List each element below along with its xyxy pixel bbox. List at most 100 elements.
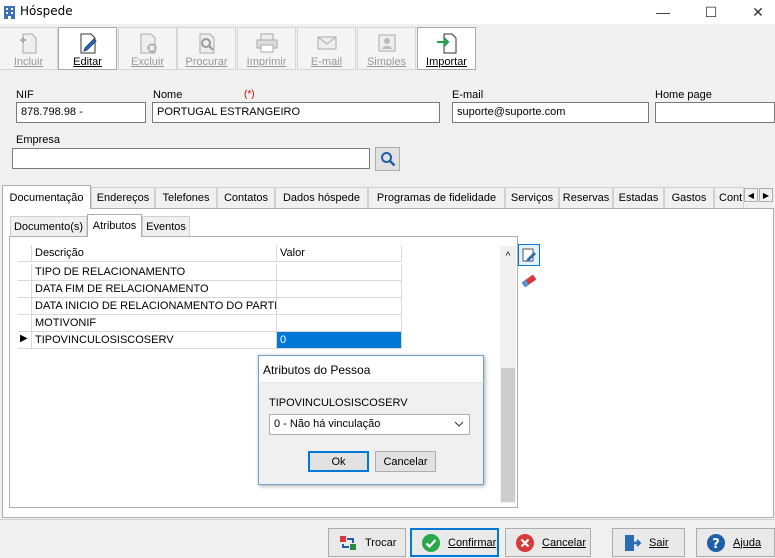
empresa-field[interactable]: [12, 148, 370, 169]
tab-servicos[interactable]: Serviços: [505, 187, 559, 208]
nif-field[interactable]: 878.798.98 -: [16, 102, 146, 123]
confirmar-label: Confirmar: [448, 536, 497, 549]
scrollbar-thumb[interactable]: [501, 368, 515, 502]
envelope-icon: [317, 36, 336, 50]
homepage-label: Home page: [655, 89, 712, 101]
help-icon: ?: [705, 532, 727, 554]
bottom-divider: [0, 519, 775, 520]
tab-scroll-left[interactable]: ◀: [744, 188, 758, 202]
tab-enderecos[interactable]: Endereços: [91, 187, 155, 208]
row-indicator[interactable]: [18, 315, 32, 332]
email-label: E-mail: [310, 56, 343, 68]
cancel-icon: [514, 532, 536, 554]
subtab-atributos[interactable]: Atributos: [87, 214, 142, 237]
tab-cont[interactable]: Cont: [714, 187, 744, 208]
dialog-field-label: TIPOVINCULOSISCOSERV: [269, 397, 408, 409]
edit-attribute-button[interactable]: [518, 244, 540, 266]
excluir-label: Excluir: [130, 56, 164, 68]
dialog-title: Atributos do Pessoa: [263, 363, 371, 377]
tab-programas-fidelidade[interactable]: Programas de fidelidade: [368, 187, 505, 208]
subtab-documentos[interactable]: Documento(s): [10, 216, 87, 236]
contact-card-icon: [378, 34, 395, 52]
nome-label: Nome: [153, 89, 183, 101]
empresa-search-button[interactable]: [375, 147, 400, 171]
editar-button[interactable]: Editar: [58, 27, 117, 70]
printer-icon: [256, 33, 277, 53]
tab-scroll-right[interactable]: ▶: [759, 188, 773, 202]
simples-button[interactable]: Simples: [357, 27, 416, 70]
ajuda-button[interactable]: ? Ajuda: [696, 528, 775, 557]
table-row[interactable]: DATA INICIO DE RELACIONAMENTO DO PARTICI…: [18, 298, 402, 315]
row-valor[interactable]: 0: [277, 332, 402, 349]
imprimir-button[interactable]: Imprimir: [237, 27, 296, 70]
header-descricao[interactable]: Descrição: [32, 245, 277, 262]
header-valor[interactable]: Valor: [277, 245, 402, 262]
row-valor[interactable]: [277, 315, 402, 332]
chevron-down-icon[interactable]: [452, 417, 466, 431]
edit-document-icon: [80, 33, 97, 54]
procurar-button[interactable]: Procurar: [177, 27, 236, 70]
tab-contatos[interactable]: Contatos: [217, 187, 275, 208]
tab-estadas[interactable]: Estadas: [613, 187, 664, 208]
dialog-ok-button[interactable]: Ok: [308, 451, 369, 472]
tab-documentacao[interactable]: Documentação: [2, 185, 91, 209]
swap-icon: [337, 532, 359, 554]
sair-label: Sair: [649, 536, 669, 549]
row-descricao: MOTIVONIF: [32, 315, 277, 332]
trocar-label: Trocar: [365, 536, 397, 549]
import-icon: [436, 33, 456, 54]
row-indicator[interactable]: [18, 281, 32, 298]
eraser-icon: [521, 274, 537, 288]
new-document-icon: [19, 33, 36, 54]
minimize-button[interactable]: —: [640, 0, 686, 24]
row-valor[interactable]: [277, 281, 402, 298]
scroll-up-button[interactable]: ^: [501, 249, 515, 263]
empresa-label: Empresa: [16, 134, 61, 146]
editar-label: Editar: [73, 56, 102, 68]
nif-label: NIF: [16, 89, 34, 101]
importar-button[interactable]: Importar: [417, 27, 476, 70]
table-row[interactable]: MOTIVONIF: [18, 315, 402, 332]
table-row[interactable]: TIPO DE RELACIONAMENTO: [18, 264, 402, 281]
email-field[interactable]: suporte@suporte.com: [452, 102, 649, 123]
incluir-button[interactable]: Incluir: [0, 27, 58, 70]
cancelar-button[interactable]: Cancelar: [505, 528, 591, 557]
row-descricao: TIPOVINCULOSISCOSERV: [32, 332, 277, 349]
nome-field[interactable]: PORTUGAL ESTRANGEIRO: [152, 102, 440, 123]
window-title: Hóspede: [20, 4, 73, 18]
homepage-field[interactable]: [655, 102, 775, 123]
subtab-eventos[interactable]: Eventos: [142, 216, 190, 236]
row-valor[interactable]: [277, 298, 402, 315]
table-row[interactable]: DATA FIM DE RELACIONAMENTO: [18, 281, 402, 298]
email-button[interactable]: E-mail: [297, 27, 356, 70]
search-document-icon: [199, 33, 214, 54]
confirmar-button[interactable]: Confirmar: [410, 528, 499, 557]
cancelar-label: Cancelar: [542, 536, 587, 549]
trocar-button[interactable]: Trocar: [328, 528, 406, 557]
tab-gastos[interactable]: Gastos: [664, 187, 714, 208]
clear-attribute-button[interactable]: [518, 270, 540, 292]
dialog-cancel-button[interactable]: Cancelar: [375, 451, 436, 472]
importar-label: Importar: [426, 56, 467, 68]
sair-button[interactable]: Sair: [612, 528, 685, 557]
row-indicator[interactable]: [18, 298, 32, 315]
close-button[interactable]: ✕: [735, 0, 775, 24]
row-indicator[interactable]: [18, 264, 32, 281]
procurar-label: Procurar: [185, 56, 228, 68]
tab-dados-hospede[interactable]: Dados hóspede: [275, 187, 368, 208]
grid-header: Descrição Valor: [18, 245, 402, 262]
delete-document-icon: [140, 33, 156, 54]
header-indicator: [18, 245, 32, 262]
tab-reservas[interactable]: Reservas: [559, 187, 613, 208]
excluir-button[interactable]: Excluir: [118, 27, 177, 70]
tab-telefones[interactable]: Telefones: [155, 187, 217, 208]
maximize-button[interactable]: ☐: [688, 0, 734, 24]
exit-door-icon: [621, 532, 643, 554]
table-row-selected[interactable]: ▶ TIPOVINCULOSISCOSERV 0: [18, 332, 402, 349]
current-row-indicator-icon: ▶: [18, 332, 32, 349]
check-icon: [420, 532, 442, 554]
vinculo-select[interactable]: 0 - Não há vinculação: [269, 414, 470, 435]
row-valor[interactable]: [277, 264, 402, 281]
incluir-label: Incluir: [13, 56, 44, 68]
row-descricao: TIPO DE RELACIONAMENTO: [32, 264, 277, 281]
